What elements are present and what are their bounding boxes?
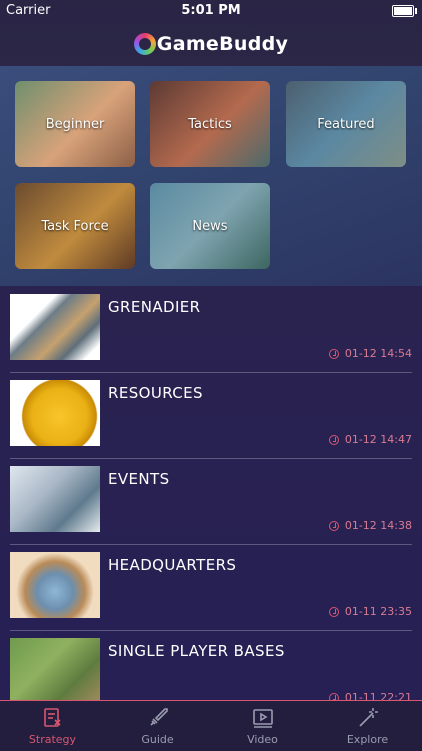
category-tile-featured[interactable]: Featured bbox=[286, 81, 406, 167]
strategy-icon bbox=[43, 708, 61, 727]
category-tile-tactics[interactable]: Tactics bbox=[150, 81, 270, 167]
category-label: Featured bbox=[317, 116, 375, 132]
logo-icon bbox=[133, 33, 156, 55]
article-title: SINGLE PLAYER BASES bbox=[108, 642, 285, 660]
article-date: 01-12 14:47 bbox=[328, 433, 412, 446]
magic-wand-icon bbox=[358, 708, 378, 727]
article-thumbnail bbox=[10, 294, 100, 360]
app-logo: GameBuddy bbox=[133, 33, 289, 55]
tab-bar: Strategy Guide Video Explore bbox=[0, 700, 422, 751]
category-tile-beginner[interactable]: Beginner bbox=[15, 81, 135, 167]
video-icon bbox=[252, 709, 273, 728]
article-date-text: 01-12 14:47 bbox=[344, 433, 412, 446]
list-item[interactable]: GRENADIER 01-12 14:54 bbox=[10, 286, 412, 373]
article-date-text: 01-12 14:38 bbox=[344, 519, 412, 532]
article-date: 01-11 23:35 bbox=[328, 605, 412, 618]
tab-guide[interactable]: Guide bbox=[105, 701, 210, 751]
article-title: RESOURCES bbox=[108, 384, 203, 402]
category-grid: Beginner Tactics Featured Task Force New… bbox=[0, 66, 422, 286]
category-tile-task-force[interactable]: Task Force bbox=[15, 183, 135, 269]
tab-label: Strategy bbox=[28, 733, 77, 746]
tab-label: Guide bbox=[141, 733, 174, 746]
tab-label: Video bbox=[247, 733, 278, 746]
category-tile-news[interactable]: News bbox=[150, 183, 270, 269]
battery-icon bbox=[392, 5, 417, 17]
list-item[interactable]: EVENTS 01-12 14:38 bbox=[10, 458, 412, 545]
clock-time: 5:01 PM bbox=[181, 3, 241, 18]
list-item[interactable]: RESOURCES 01-12 14:47 bbox=[10, 372, 412, 459]
category-label: Beginner bbox=[45, 116, 105, 132]
app-title: GameBuddy bbox=[156, 33, 289, 55]
article-thumbnail bbox=[10, 466, 100, 532]
status-bar: Carrier 5:01 PM bbox=[0, 0, 422, 22]
article-title: EVENTS bbox=[108, 470, 170, 488]
article-thumbnail bbox=[10, 380, 100, 446]
article-thumbnail bbox=[10, 638, 100, 704]
clock-icon bbox=[328, 520, 339, 531]
article-date-text: 01-12 14:54 bbox=[344, 347, 412, 360]
article-date-text: 01-11 23:35 bbox=[344, 605, 412, 618]
app-header: GameBuddy bbox=[0, 22, 422, 66]
clock-icon bbox=[328, 606, 339, 617]
tab-explore[interactable]: Explore bbox=[315, 701, 420, 751]
article-date: 01-12 14:38 bbox=[328, 519, 412, 532]
category-label: News bbox=[192, 218, 228, 234]
tab-label: Explore bbox=[346, 733, 389, 746]
sword-icon bbox=[149, 708, 168, 726]
clock-icon bbox=[328, 434, 339, 445]
tab-video[interactable]: Video bbox=[210, 701, 315, 751]
category-label: Task Force bbox=[41, 218, 109, 234]
article-title: HEADQUARTERS bbox=[108, 556, 237, 574]
tab-strategy[interactable]: Strategy bbox=[0, 701, 105, 751]
clock-icon bbox=[328, 348, 339, 359]
article-date: 01-12 14:54 bbox=[328, 347, 412, 360]
category-label: Tactics bbox=[188, 116, 232, 132]
list-item[interactable]: HEADQUARTERS 01-11 23:35 bbox=[10, 544, 412, 631]
article-thumbnail bbox=[10, 552, 100, 618]
article-title: GRENADIER bbox=[108, 298, 201, 316]
